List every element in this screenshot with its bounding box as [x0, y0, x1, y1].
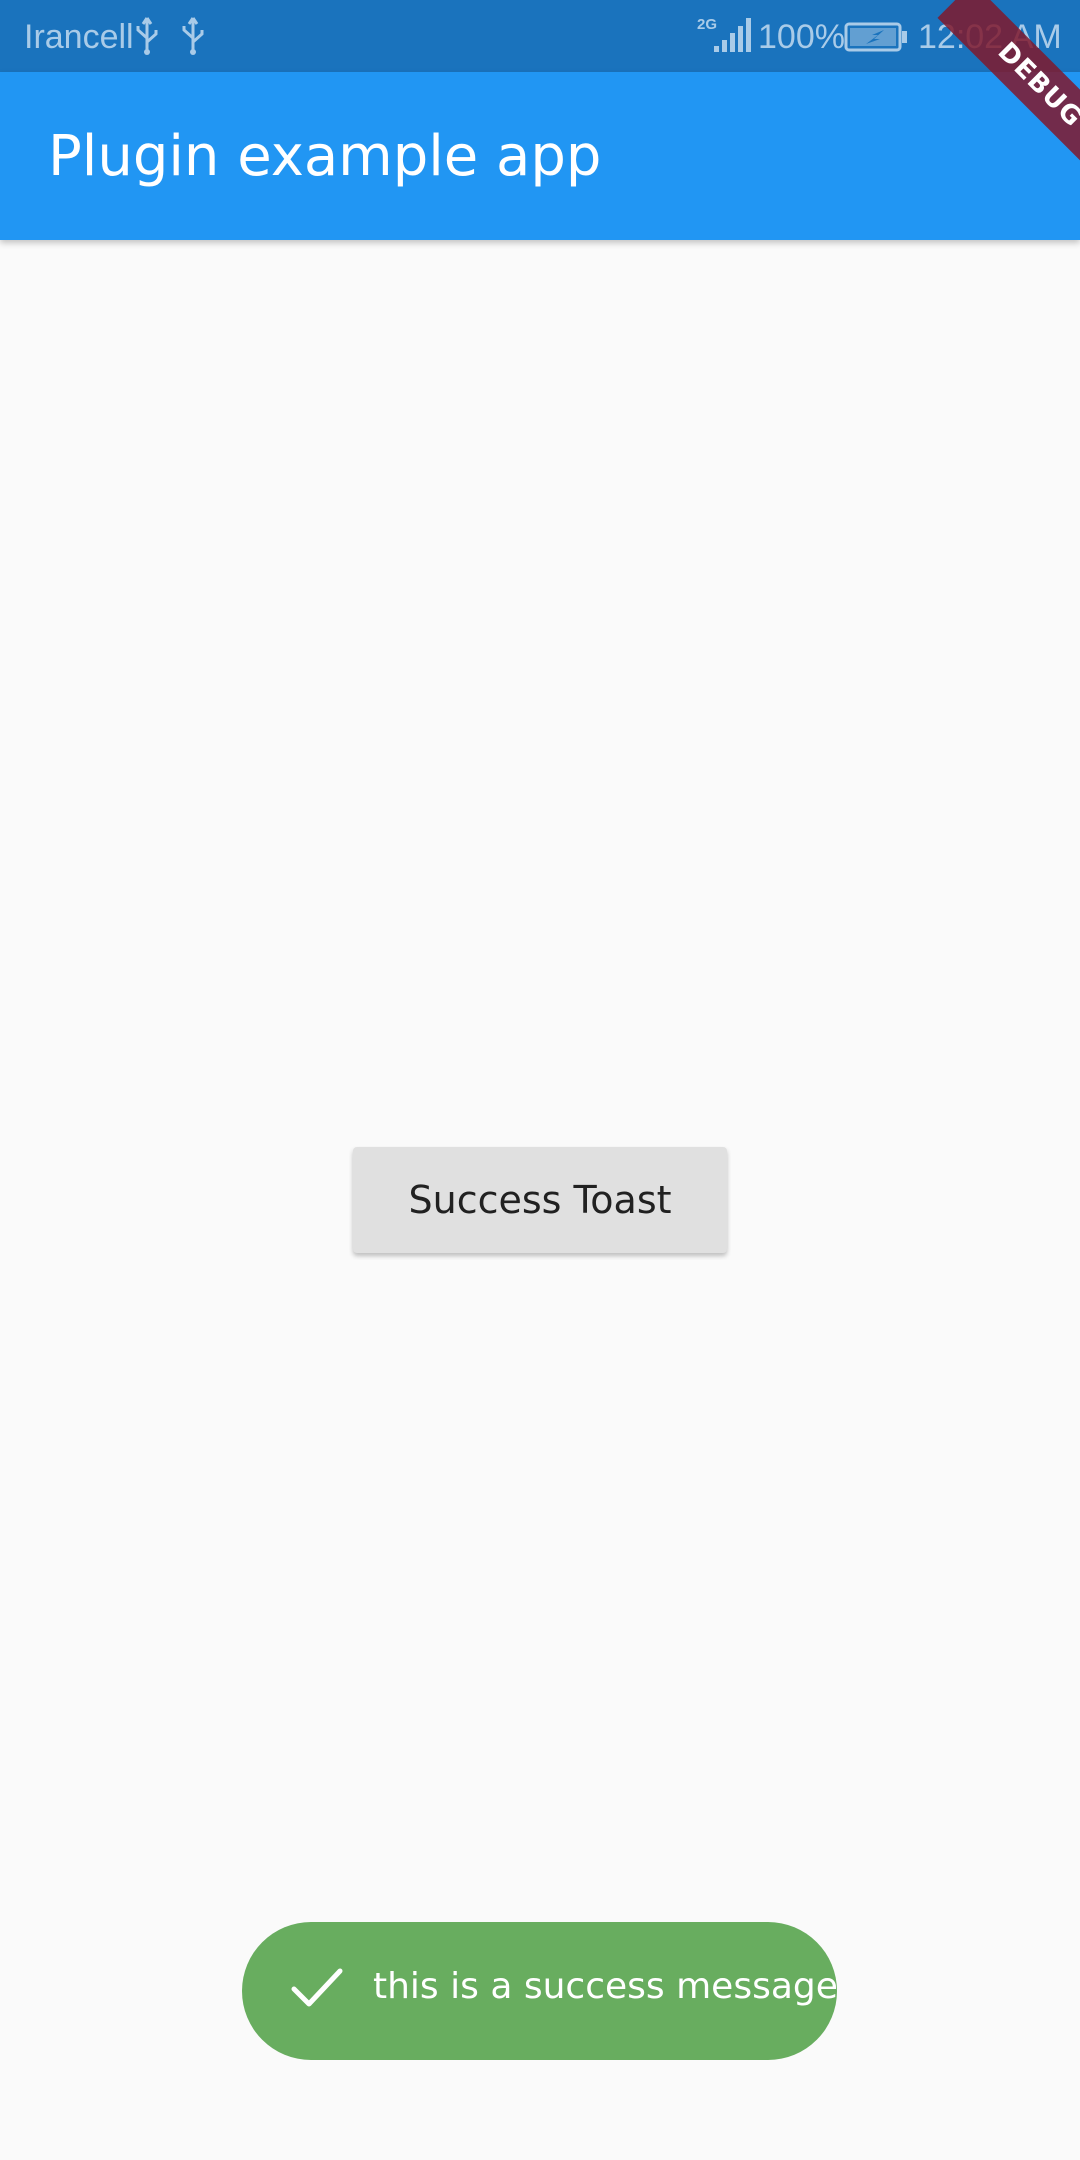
signal-icon — [714, 18, 751, 52]
app-title: Plugin example app — [48, 124, 602, 189]
usb-icon — [136, 17, 158, 55]
carrier-name: Irancell — [24, 18, 134, 56]
usb-icon — [182, 17, 204, 55]
check-icon — [291, 1968, 343, 2007]
success-toast: this is a success message — [242, 1922, 838, 2060]
app-bar: Plugin example app — [0, 72, 1080, 240]
battery-percentage: 100% — [758, 18, 845, 56]
toast-message: this is a success message — [373, 1966, 838, 2007]
status-bar: Irancell 2G 100% 12:02 AM — [0, 0, 1080, 72]
success-toast-button[interactable]: Success Toast — [353, 1147, 727, 1253]
battery-charging-icon — [844, 22, 907, 52]
